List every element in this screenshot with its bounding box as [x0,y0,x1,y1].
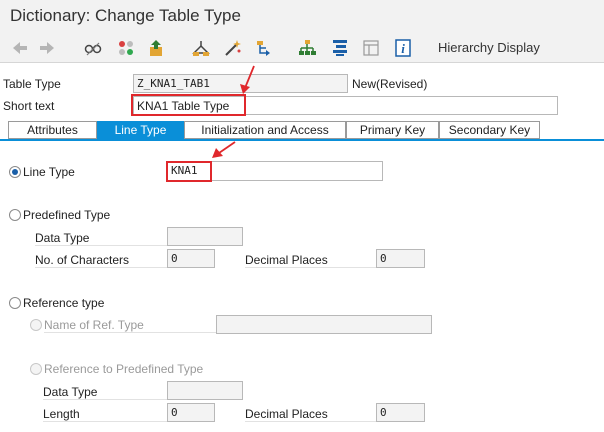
highlight-box-short-text [131,94,246,116]
line-type-radio[interactable] [9,166,21,178]
tab-attributes[interactable]: Attributes [8,121,97,139]
tab-initialization-access[interactable]: Initialization and Access [184,121,346,139]
ref-decimal-places-field[interactable]: 0 [376,403,425,422]
no-of-characters-label: No. of Characters [35,253,130,267]
no-of-characters-field[interactable]: 0 [167,249,215,268]
decimal-places-underline [245,267,376,268]
tab-secondary-key[interactable]: Secondary Key [439,121,540,139]
activate-icon[interactable] [147,38,167,58]
display-change-icon[interactable] [83,38,103,58]
ref-data-type-underline [43,399,167,400]
no-of-characters-underline [35,267,167,268]
reference-type-radio[interactable] [9,297,21,309]
title-bar: Dictionary: Change Table Type [0,0,604,33]
object-list-icon[interactable] [297,38,317,58]
tab-line-type[interactable]: Line Type [97,121,184,139]
test-icon[interactable] [223,38,243,58]
navigation-window-icon[interactable] [330,38,350,58]
highlight-box-line-type [166,161,212,182]
svg-text:i: i [401,41,405,56]
name-of-ref-type-underline [44,332,216,333]
layout-icon[interactable] [361,38,381,58]
ref-decimal-places-underline [245,421,376,422]
hierarchy-display-button[interactable]: Hierarchy Display [438,40,540,55]
where-used-icon[interactable] [254,38,274,58]
reference-to-predefined-radio[interactable] [30,363,42,375]
check-icon[interactable] [191,38,211,58]
length-underline [43,421,167,422]
header-fields: Table Type Z_KNA1_TAB1 New(Revised) Shor… [0,64,604,120]
data-type-field[interactable] [167,227,243,246]
predefined-type-radio[interactable] [9,209,21,221]
line-type-label: Line Type [23,165,75,179]
forward-icon[interactable] [37,38,57,58]
data-type-underline [35,245,167,246]
length-field[interactable]: 0 [167,403,215,422]
short-text-label: Short text [3,99,55,113]
length-label: Length [43,407,80,421]
reference-type-label: Reference type [23,296,105,310]
decimal-places-field[interactable]: 0 [376,249,425,268]
window-title: Dictionary: Change Table Type [10,6,241,25]
name-of-ref-type-radio[interactable] [30,319,42,331]
status-text: New(Revised) [352,77,428,91]
annotation-arrow-line-type [212,141,236,158]
data-type-label: Data Type [35,231,90,245]
annotation-arrow-short-text [240,65,255,94]
reference-to-predefined-label: Reference to Predefined Type [44,362,204,376]
ref-decimal-places-label: Decimal Places [245,407,328,421]
ref-data-type-field[interactable] [167,381,243,400]
name-of-ref-type-field[interactable] [216,315,432,334]
table-type-label: Table Type [3,77,61,91]
decimal-places-label: Decimal Places [245,253,328,267]
tab-primary-key[interactable]: Primary Key [346,121,439,139]
name-of-ref-type-label: Name of Ref. Type [44,318,144,332]
line-type-panel: Line Type KNA1 Predefined Type Data Type… [0,141,604,432]
ref-data-type-label: Data Type [43,385,98,399]
predefined-type-label: Predefined Type [23,208,111,222]
back-icon[interactable] [10,38,30,58]
info-icon[interactable]: i [393,38,413,58]
toolbar: i Hierarchy Display [0,33,604,63]
other-object-icon[interactable] [116,38,136,58]
